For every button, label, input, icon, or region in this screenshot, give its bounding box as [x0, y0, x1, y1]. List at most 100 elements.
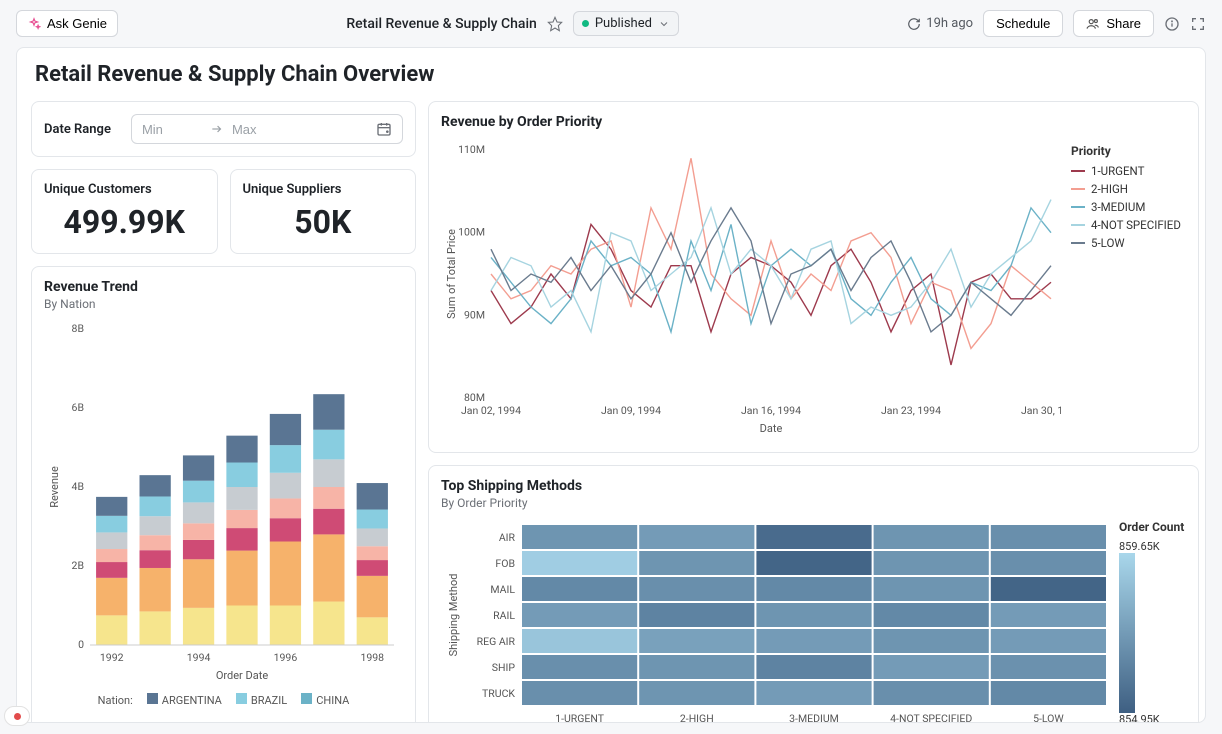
priority-legend-title: Priority [1071, 144, 1186, 158]
schedule-label: Schedule [996, 16, 1050, 31]
date-range-label: Date Range [44, 122, 111, 137]
svg-text:8B: 8B [72, 322, 84, 335]
svg-text:3-MEDIUM: 3-MEDIUM [789, 712, 839, 723]
legend-swatch [236, 693, 247, 704]
kpi-customers-label: Unique Customers [44, 182, 205, 197]
svg-text:MAIL: MAIL [490, 583, 515, 596]
legend-line [1071, 188, 1085, 190]
legend-line [1071, 170, 1085, 172]
priority-tile: Revenue by Order Priority 80M 90M 100M 110M… [428, 101, 1199, 453]
chevron-down-icon [658, 18, 670, 30]
calendar-icon[interactable] [376, 121, 392, 137]
legend-label: 3-MEDIUM [1091, 200, 1145, 214]
svg-text:Jan 09, 1994: Jan 09, 1994 [601, 404, 661, 417]
kpi-customers-value: 499.99K [44, 203, 205, 241]
page-title: Retail Revenue & Supply Chain [346, 16, 536, 32]
priority-legend-item[interactable]: 1-URGENT [1071, 164, 1186, 178]
legend-line [1071, 242, 1085, 244]
legend-label: 5-LOW [1091, 236, 1125, 250]
notification-bubble[interactable] [4, 706, 30, 726]
publish-status-dropdown[interactable]: Published [573, 11, 679, 36]
priority-chart[interactable]: 80M 90M 100M 110M Sum of Total Price Jan 02, … [441, 140, 1061, 440]
priority-title: Revenue by Order Priority [441, 114, 1186, 130]
revenue-trend-subtitle: By Nation [44, 297, 403, 311]
date-range-tile: Date Range [31, 101, 416, 157]
legend-label: 2-HIGH [1091, 182, 1128, 196]
svg-text:1-URGENT: 1-URGENT [555, 712, 605, 723]
svg-text:SHIP: SHIP [492, 661, 516, 674]
svg-text:Jan 23, 1994: Jan 23, 1994 [881, 404, 941, 417]
svg-text:80M: 80M [464, 391, 485, 404]
priority-legend-item[interactable]: 3-MEDIUM [1071, 200, 1186, 214]
svg-text:1994: 1994 [187, 651, 211, 664]
info-icon[interactable] [1164, 16, 1180, 32]
priority-legend-item[interactable]: 4-NOT SPECIFIED [1071, 218, 1186, 232]
dashboard-title: Retail Revenue & Supply Chain Overview [31, 62, 1191, 87]
date-max-input[interactable] [232, 122, 292, 137]
svg-text:AIR: AIR [499, 531, 516, 544]
star-icon[interactable] [547, 16, 563, 32]
legend-swatch [301, 693, 312, 704]
svg-text:FOB: FOB [495, 557, 515, 570]
kpi-unique-customers: Unique Customers 499.99K [31, 169, 218, 254]
svg-text:1996: 1996 [274, 651, 298, 664]
svg-text:110M: 110M [458, 143, 485, 156]
svg-text:Jan 30, 1994: Jan 30, 1994 [1021, 404, 1061, 417]
svg-text:Revenue: Revenue [48, 466, 61, 508]
trend-legend-prefix: Nation: [98, 694, 133, 707]
date-range-input[interactable] [131, 114, 403, 144]
legend-line [1071, 224, 1085, 226]
legend-label: 4-NOT SPECIFIED [1091, 218, 1181, 232]
svg-text:Jan 02, 1994: Jan 02, 1994 [461, 404, 521, 417]
svg-text:Sum of Total Price: Sum of Total Price [445, 229, 458, 319]
dashboard-container: Retail Revenue & Supply Chain Overview D… [16, 47, 1206, 723]
trend-legend-item[interactable]: BRAZIL [236, 693, 287, 707]
svg-text:0: 0 [78, 638, 84, 651]
revenue-trend-title: Revenue Trend [44, 279, 403, 295]
svg-text:TRUCK: TRUCK [482, 687, 515, 700]
status-dot-icon [582, 20, 589, 27]
fullscreen-icon[interactable] [1190, 16, 1206, 32]
kpi-unique-suppliers: Unique Suppliers 50K [230, 169, 417, 254]
heatmap-gradient [1119, 553, 1135, 713]
share-label: Share [1106, 16, 1141, 31]
svg-text:Jan 16, 1994: Jan 16, 1994 [741, 404, 801, 417]
schedule-button[interactable]: Schedule [983, 10, 1063, 37]
trend-legend-item[interactable]: ARGENTINA [147, 693, 222, 707]
shipping-heatmap[interactable]: AIRFOBMAILRAILREG AIRSHIPTRUCK1-URGENT2-… [441, 520, 1111, 723]
heatmap-scale-top: 859.65K [1119, 540, 1160, 553]
shipping-subtitle: By Order Priority [441, 496, 1186, 510]
priority-legend-item[interactable]: 5-LOW [1071, 236, 1186, 250]
trend-legend-item[interactable]: CHINA [301, 693, 349, 707]
legend-label: 1-URGENT [1091, 164, 1144, 178]
arrow-right-icon [210, 122, 224, 136]
svg-text:RAIL: RAIL [493, 609, 515, 622]
heatmap-legend-title: Order Count [1119, 520, 1184, 534]
svg-text:4B: 4B [72, 480, 84, 493]
shipping-tile: Top Shipping Methods By Order Priority A… [428, 465, 1199, 723]
svg-text:1998: 1998 [360, 651, 384, 664]
legend-swatch [147, 693, 158, 704]
publish-status-label: Published [595, 16, 652, 31]
date-min-input[interactable] [142, 122, 202, 137]
people-icon [1086, 17, 1100, 31]
svg-text:Date: Date [760, 422, 783, 435]
svg-text:1992: 1992 [100, 651, 124, 664]
svg-text:2-HIGH: 2-HIGH [680, 712, 714, 723]
svg-text:6B: 6B [72, 401, 84, 414]
svg-text:4-NOT SPECIFIED: 4-NOT SPECIFIED [890, 712, 972, 723]
refresh-time: 19h ago [926, 16, 973, 31]
share-button[interactable]: Share [1073, 10, 1154, 37]
revenue-trend-chart[interactable]: 02B4B6B8BRevenue1992199419961998Order Da… [44, 321, 404, 691]
revenue-trend-legend: Nation: ARGENTINA BRAZIL CHINA [44, 693, 403, 707]
priority-legend: Priority 1-URGENT 2-HIGH 3-MEDIUM 4-NOT SPE… [1071, 140, 1186, 440]
refresh-button[interactable]: 19h ago [907, 16, 973, 31]
svg-text:2B: 2B [72, 559, 84, 572]
priority-legend-item[interactable]: 2-HIGH [1071, 182, 1186, 196]
svg-text:90M: 90M [464, 308, 485, 321]
refresh-icon [907, 17, 921, 31]
svg-text:100M: 100M [458, 226, 485, 239]
svg-text:Shipping Method: Shipping Method [447, 574, 460, 657]
kpi-suppliers-value: 50K [243, 203, 404, 241]
ask-genie-button[interactable]: Ask Genie [16, 10, 118, 37]
